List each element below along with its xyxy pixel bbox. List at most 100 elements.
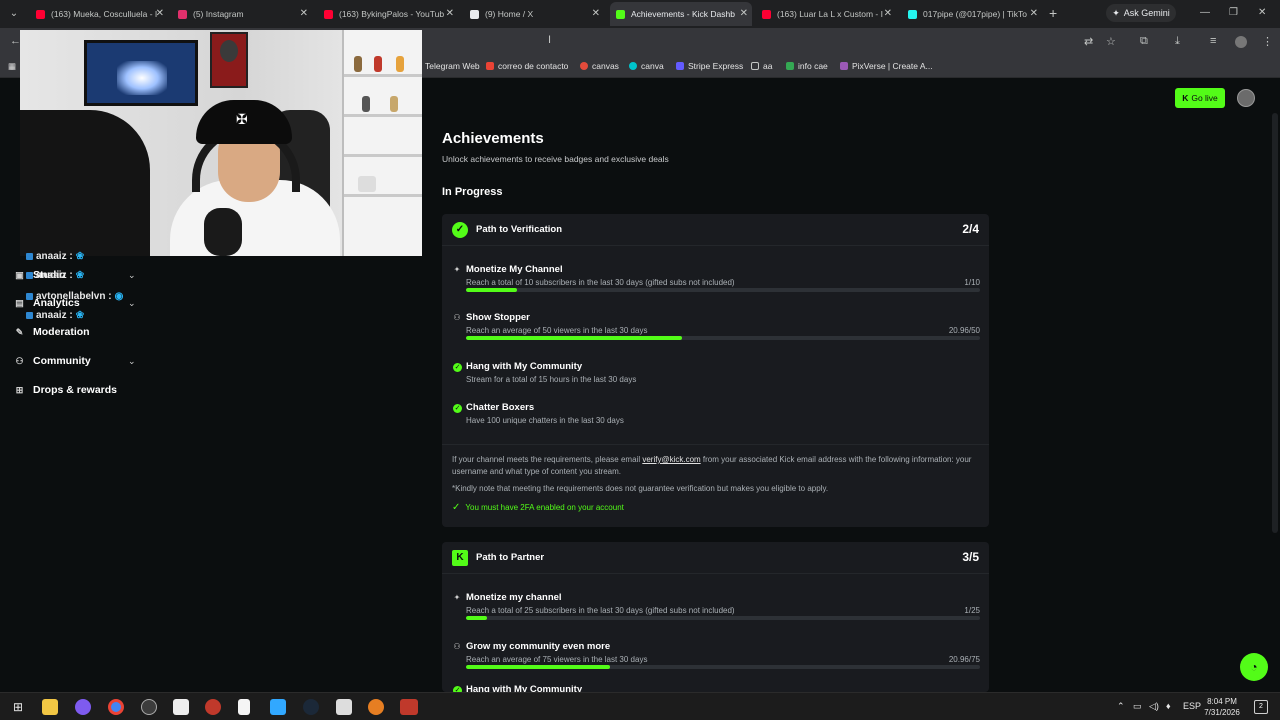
drops-icon: ⊞ [15, 384, 24, 395]
bookmark-item[interactable]: Telegram Web [425, 61, 480, 71]
language-indicator[interactable]: ESP [1183, 701, 1201, 711]
chevron-down-icon[interactable]: ⌄ [128, 270, 136, 281]
go-live-button[interactable]: K Go live [1175, 88, 1225, 108]
bookmark-item[interactable]: correo de contacto [486, 61, 568, 71]
translate-icon[interactable]: ⇄ [1084, 35, 1093, 48]
sidebar-item-drops[interactable]: ⊞ Drops & rewards [14, 381, 117, 399]
kick-icon [616, 9, 625, 19]
file-explorer-icon[interactable] [42, 699, 58, 715]
card-header[interactable]: ✓ Path to Verification 2/4 [442, 214, 989, 246]
capcut-alt-icon[interactable] [336, 699, 352, 715]
webcam-shelf [342, 30, 422, 256]
notification-count[interactable]: 2 [1254, 700, 1268, 714]
system-clock[interactable]: 8:04 PM 7/31/2026 [1200, 696, 1244, 718]
achievement-description: Reach an average of 75 viewers in the la… [466, 655, 648, 664]
community-icon: ⚇ [15, 355, 24, 366]
webcam-microphone [204, 208, 242, 256]
close-tab-icon[interactable]: ✕ [300, 8, 308, 19]
verify-email-link[interactable]: verify@kick.com [642, 455, 700, 464]
bookmark-folder[interactable]: aa [751, 61, 772, 71]
volume-icon[interactable]: ◁) [1149, 701, 1159, 712]
windows-start-icon[interactable]: ⊞ [10, 699, 26, 715]
progress-fill [466, 616, 487, 620]
network-icon[interactable]: ▭ [1133, 701, 1142, 712]
webcam-shelf-board [344, 114, 422, 117]
card-header[interactable]: K Path to Partner 3/5 [442, 542, 989, 574]
tab-search-icon[interactable]: ⌄ [6, 6, 22, 22]
media-icon[interactable]: ≡ [1210, 35, 1216, 47]
progress-bar [466, 665, 980, 669]
canvas-icon [580, 62, 588, 70]
achievement-title: Monetize my channel [466, 592, 562, 603]
x-icon [470, 9, 479, 19]
bookmark-item[interactable]: PixVerse | Create A... [840, 61, 933, 71]
restore-icon[interactable]: ❐ [1229, 7, 1238, 18]
ask-gemini-button[interactable]: ✦ Ask Gemini [1106, 4, 1176, 22]
browser-tab[interactable]: (163) Mueka, Cosculluela - I ✕ [30, 2, 168, 26]
capcut-icon[interactable] [173, 699, 189, 715]
note-text: If your channel meets the requirements, … [452, 455, 643, 464]
user-avatar[interactable] [1237, 89, 1255, 107]
more-menu-icon[interactable]: ⋮ [1262, 35, 1273, 48]
close-tab-icon[interactable]: ✕ [592, 8, 600, 19]
browser-tab-active[interactable]: Achievements - Kick Dashb ✕ [610, 2, 752, 26]
browser-tab[interactable]: (163) Luar La L x Custom - I ✕ [756, 2, 896, 26]
photoshop-icon[interactable] [270, 699, 286, 715]
extensions-icon[interactable]: ⧉ [1140, 35, 1148, 48]
steam-icon[interactable] [303, 699, 319, 715]
discord-icon[interactable] [75, 699, 91, 715]
webcam-figure [396, 56, 404, 72]
scrollbar[interactable] [1272, 113, 1278, 533]
bookmark-item[interactable]: canvas [580, 61, 619, 71]
obs-icon[interactable] [141, 699, 157, 715]
chat-username: avtonellabelvn : [36, 291, 112, 302]
webcam-overlay: ✠ [20, 30, 422, 256]
webcam-figure [354, 56, 362, 72]
minimize-icon[interactable]: — [1200, 7, 1210, 18]
microphone-icon[interactable]: ♦ [1166, 701, 1171, 711]
new-tab-button[interactable]: + [1049, 5, 1057, 21]
close-tab-icon[interactable]: ✕ [740, 8, 748, 19]
progress-bar [466, 616, 980, 620]
achievement-description: Stream for a total of 15 hours in the la… [466, 375, 637, 384]
chevron-down-icon[interactable]: ⌄ [128, 298, 136, 309]
chevron-down-icon[interactable]: ⌄ [128, 356, 136, 367]
help-chat-button[interactable]: ◔ [1240, 653, 1268, 681]
app-red-icon[interactable] [205, 699, 221, 715]
sidebar-item-community[interactable]: ⚇ Community [14, 352, 90, 370]
address-bar[interactable]: I [420, 31, 1110, 53]
profile-avatar[interactable] [1235, 36, 1247, 48]
browser-tab[interactable]: (5) Instagram ✕ [172, 2, 312, 26]
close-window-icon[interactable]: ✕ [1258, 7, 1266, 18]
bookmark-item[interactable]: info cae [786, 61, 828, 71]
achievement-progress-value: 20.96/50 [948, 326, 980, 335]
close-tab-icon[interactable]: ✕ [884, 8, 892, 19]
browser-tab-strip: ⌄ (163) Mueka, Cosculluela - I ✕ (5) Ins… [0, 0, 1280, 28]
chrome-icon[interactable] [108, 699, 124, 715]
browser-tab[interactable]: (163) BykingPalos - YouTub ✕ [318, 2, 458, 26]
close-tab-icon[interactable]: ✕ [1030, 8, 1038, 19]
app-orange-icon[interactable] [368, 699, 384, 715]
bookmark-item[interactable]: canva [629, 61, 664, 71]
sidebar-item-moderation[interactable]: ✎ Moderation [14, 323, 90, 341]
stripe-icon [676, 62, 684, 70]
voicemod-icon[interactable] [400, 699, 418, 715]
canva-icon [629, 62, 637, 70]
chat-badge-icon [26, 272, 33, 279]
browser-tab[interactable]: (9) Home / X ✕ [464, 2, 604, 26]
browser-tab[interactable]: 017pipe (@017pipe) | TikTo ✕ [902, 2, 1042, 26]
apps-icon[interactable]: ▦ [8, 61, 16, 72]
folder-icon [751, 62, 759, 70]
bookmark-item[interactable]: Stripe Express [676, 61, 743, 71]
tray-chevron-icon[interactable]: ⌃ [1117, 701, 1125, 712]
wrench-icon: ✎ [15, 326, 24, 337]
download-icon[interactable]: ⤓ [1175, 35, 1180, 48]
star-icon[interactable]: ☆ [1106, 35, 1116, 48]
bookmark-label: canvas [592, 61, 619, 71]
achievement-progress-value: 1/10 [964, 278, 980, 287]
close-tab-icon[interactable]: ✕ [156, 8, 164, 19]
close-tab-icon[interactable]: ✕ [446, 8, 454, 19]
document-icon[interactable] [238, 699, 250, 715]
check-circle-icon: ✓ [453, 363, 462, 372]
webcam-poster-face [220, 40, 238, 62]
